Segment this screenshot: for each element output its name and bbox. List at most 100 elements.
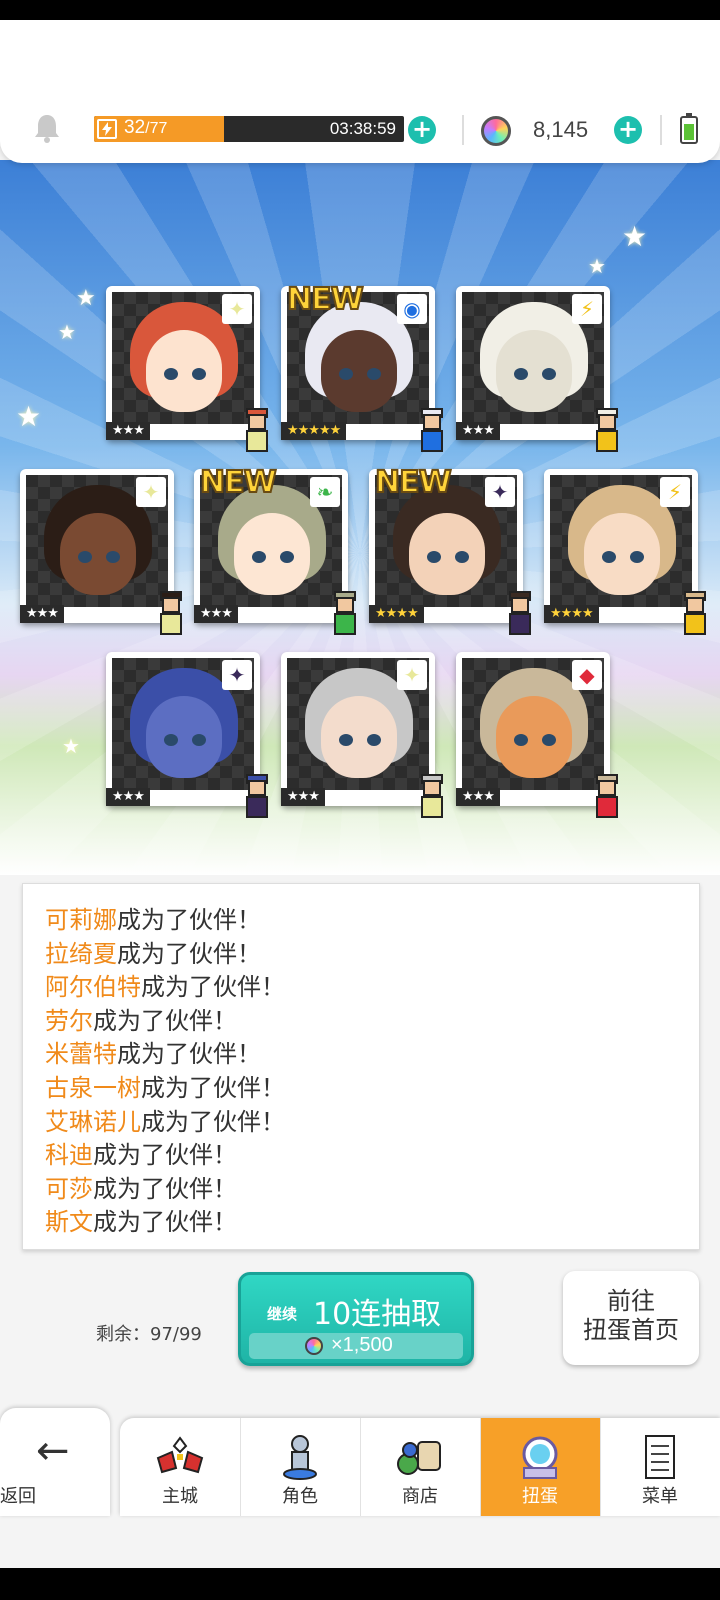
character-card[interactable]: ★★★★★ ◉ NEW <box>281 281 443 452</box>
star-sparkle-icon: ★ <box>588 254 606 278</box>
portrait-eye <box>339 368 353 380</box>
add-energy-button[interactable]: + <box>408 116 436 144</box>
remaining-pulls: 剩余：97/99 <box>96 1324 202 1345</box>
pull-label: 10连抽取 <box>313 1297 442 1332</box>
portrait-eye <box>164 734 178 746</box>
gem-icon <box>481 116 511 146</box>
log-line: 劳尔成为了伙伴！ <box>45 1005 699 1039</box>
nav-tab[interactable]: 扭蛋 <box>480 1418 600 1516</box>
sprite-part <box>246 796 268 818</box>
character-card[interactable]: ★★★ ✦ <box>281 652 443 818</box>
log-text: 成为了伙伴！ <box>93 1006 237 1035</box>
log-text: 成为了伙伴！ <box>141 973 285 1002</box>
divider <box>660 115 662 145</box>
character-card[interactable]: ★★★ ❧ NEW <box>194 464 356 635</box>
pixel-sprite-icon <box>240 772 274 822</box>
log-text: 成为了伙伴！ <box>93 1208 237 1237</box>
character-name: 米蕾特 <box>45 1040 117 1069</box>
red-diamond-icon: ◆ <box>572 660 602 690</box>
character-name: 拉绮夏 <box>45 939 117 968</box>
portrait-eye <box>78 551 92 563</box>
character-name: 劳尔 <box>45 1006 93 1035</box>
log-text: 成为了伙伴！ <box>93 1174 237 1203</box>
pixel-sprite-icon <box>415 772 449 822</box>
sprite-part <box>334 613 356 635</box>
divider <box>462 115 464 145</box>
lightning-icon: ⚡ <box>660 477 690 507</box>
pixel-sprite-icon <box>154 589 188 639</box>
nav-tab[interactable]: 商店 <box>360 1418 480 1516</box>
portrait-eye <box>542 368 556 380</box>
gacha-home-button[interactable]: 前往 扭蛋首页 <box>563 1271 699 1365</box>
dark-star-icon: ✦ <box>222 660 252 690</box>
pull-cost-value: ×1,500 <box>331 1334 393 1356</box>
back-arrow-icon: ← <box>36 1428 70 1474</box>
rarity-stars: ★★★ <box>106 788 150 806</box>
portrait-eye <box>514 368 528 380</box>
log-line: 古泉一树成为了伙伴！ <box>45 1072 699 1106</box>
portrait-face <box>321 330 397 412</box>
log-text: 成为了伙伴！ <box>141 1073 285 1102</box>
sprite-part <box>248 780 266 796</box>
log-text: 成为了伙伴！ <box>93 1141 237 1170</box>
leaf-icon: ❧ <box>310 477 340 507</box>
pixel-sprite-icon <box>240 406 274 456</box>
portrait-eye <box>455 551 469 563</box>
character-name: 科迪 <box>45 1141 93 1170</box>
back-label: 返回 <box>0 1486 36 1507</box>
log-line: 艾琳诺儿成为了伙伴！ <box>45 1106 699 1140</box>
character-card[interactable]: ★★★ ✦ <box>106 652 268 818</box>
add-gems-button[interactable]: + <box>614 116 642 144</box>
portrait-face <box>496 696 572 778</box>
portrait-eye <box>514 734 528 746</box>
sprite-part <box>160 613 182 635</box>
portrait-face <box>321 696 397 778</box>
nav-divider <box>480 1418 481 1516</box>
nav-tabs: 主城 角色 商店 扭蛋 菜单 <box>120 1418 720 1516</box>
portrait-eye <box>280 551 294 563</box>
sprite-part <box>684 613 706 635</box>
nav-divider <box>360 1418 361 1516</box>
log-text: 成为了伙伴！ <box>117 906 261 934</box>
log-line: 米蕾特成为了伙伴！ <box>45 1038 699 1072</box>
portrait-eye <box>427 551 441 563</box>
system-bar <box>0 1568 720 1600</box>
energy-timer: 03:38:59 <box>329 119 396 138</box>
portrait-face <box>584 513 660 595</box>
rarity-stars: ★★★★ <box>544 605 599 623</box>
nav-tab[interactable]: 主城 <box>120 1418 240 1516</box>
sparkle-icon: ✦ <box>222 294 252 324</box>
nav-tab[interactable]: 菜单 <box>600 1418 720 1516</box>
character-card[interactable]: ★★★ ✦ <box>20 469 182 635</box>
nav-divider <box>240 1418 241 1516</box>
log-text: 成为了伙伴！ <box>141 1107 285 1136</box>
character-card[interactable]: ★★★★ ⚡ <box>544 469 706 635</box>
portrait-eye <box>192 734 206 746</box>
character-card[interactable]: ★★★ ✦ <box>106 286 268 452</box>
portrait-eye <box>106 551 120 563</box>
ten-pull-button[interactable]: 继续 10连抽取 ×1,500 <box>238 1272 474 1366</box>
bell-icon[interactable] <box>33 113 61 143</box>
character-name: 阿尔伯特 <box>45 973 141 1002</box>
star-sparkle-icon: ★ <box>58 320 76 344</box>
nav-tab[interactable]: 角色 <box>240 1418 360 1516</box>
star-sparkle-icon: ★ <box>76 286 96 311</box>
star-sparkle-icon: ★ <box>62 734 80 758</box>
star-sparkle-icon: ★ <box>16 400 42 433</box>
log-text: 成为了伙伴！ <box>117 1040 261 1069</box>
sprite-part <box>248 414 266 430</box>
log-line: 斯文成为了伙伴！ <box>45 1206 699 1240</box>
gacha-icon <box>512 1432 568 1482</box>
nav-tab-label: 扭蛋 <box>522 1486 558 1507</box>
character-card[interactable]: ★★★ ◆ <box>456 652 618 818</box>
pixel-sprite-icon <box>678 589 712 639</box>
character-card[interactable]: ★★★★ ✦ NEW <box>369 464 531 635</box>
character-card[interactable]: ★★★ ⚡ <box>456 286 618 452</box>
back-button[interactable]: ← 返回 <box>0 1408 110 1516</box>
sprite-part <box>598 780 616 796</box>
rarity-stars: ★★★ <box>20 605 64 623</box>
sparkle-icon: ✦ <box>397 660 427 690</box>
rarity-stars: ★★★★★ <box>281 422 347 440</box>
pixel-sprite-icon <box>415 406 449 456</box>
nav-tab-label: 商店 <box>402 1486 438 1507</box>
